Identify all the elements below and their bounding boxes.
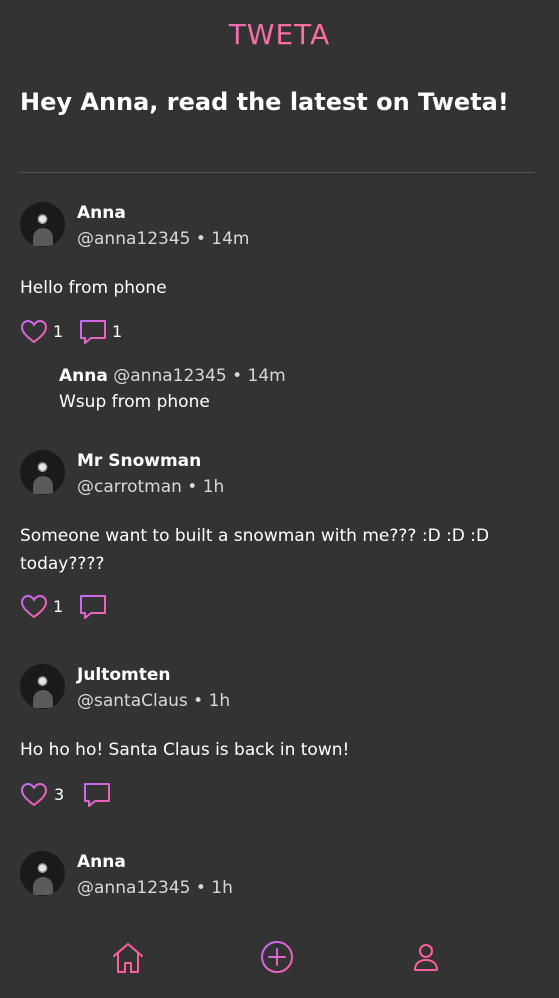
reply-item[interactable]: Anna @anna12345 • 14m Wsup from phone: [59, 366, 286, 412]
post-meta: @anna12345 • 1h: [77, 878, 233, 898]
comment-icon[interactable]: [82, 781, 112, 809]
post-card[interactable]: Mr Snowman @carrotman • 1h Someone want …: [20, 450, 540, 630]
avatar[interactable]: [20, 664, 65, 709]
app-logo[interactable]: TWETA: [0, 18, 559, 51]
profile-icon[interactable]: [406, 937, 446, 977]
reply-author[interactable]: Anna: [59, 366, 108, 386]
like-count: 1: [53, 322, 64, 341]
comment-icon[interactable]: [78, 318, 108, 346]
post-meta: @anna12345 • 14m: [77, 229, 250, 249]
bottom-navigation: [0, 930, 559, 990]
post-author[interactable]: Jultomten: [77, 665, 171, 685]
post-author[interactable]: Mr Snowman: [77, 451, 201, 471]
comment-icon[interactable]: [78, 593, 108, 621]
heart-icon[interactable]: [20, 318, 48, 346]
comment-count: 1: [112, 322, 123, 341]
post-card[interactable]: Jultomten @santaClaus • 1h Ho ho ho! San…: [20, 664, 540, 814]
like-count: 3: [54, 785, 65, 804]
avatar[interactable]: [20, 851, 65, 896]
post-card[interactable]: Anna @anna12345 • 1h: [20, 851, 540, 911]
heart-icon[interactable]: [20, 781, 48, 809]
page-title: Hey Anna, read the latest on Tweta!: [20, 88, 509, 116]
like-count: 1: [53, 597, 64, 616]
post-meta: @santaClaus • 1h: [77, 691, 231, 711]
post-author[interactable]: Anna: [77, 852, 126, 872]
post-meta: @carrotman • 1h: [77, 477, 225, 497]
post-card[interactable]: Anna @anna12345 • 14m Hello from phone 1…: [20, 202, 540, 422]
post-actions: 1 1: [20, 318, 130, 346]
home-icon[interactable]: [108, 938, 148, 978]
avatar[interactable]: [20, 450, 65, 495]
post-text: Someone want to built a snowman with me?…: [20, 526, 490, 574]
heart-icon[interactable]: [20, 593, 48, 621]
post-actions: 1: [20, 593, 120, 621]
reply-text: Wsup from phone: [59, 392, 210, 412]
post-author[interactable]: Anna: [77, 203, 126, 223]
post-text: Ho ho ho! Santa Claus is back in town!: [20, 740, 350, 760]
header-divider: [20, 172, 535, 173]
post-actions: 3: [20, 781, 120, 809]
avatar[interactable]: [20, 202, 65, 247]
add-circle-icon[interactable]: [257, 937, 297, 977]
post-text: Hello from phone: [20, 278, 167, 298]
reply-meta: @anna12345 • 14m: [113, 366, 286, 386]
